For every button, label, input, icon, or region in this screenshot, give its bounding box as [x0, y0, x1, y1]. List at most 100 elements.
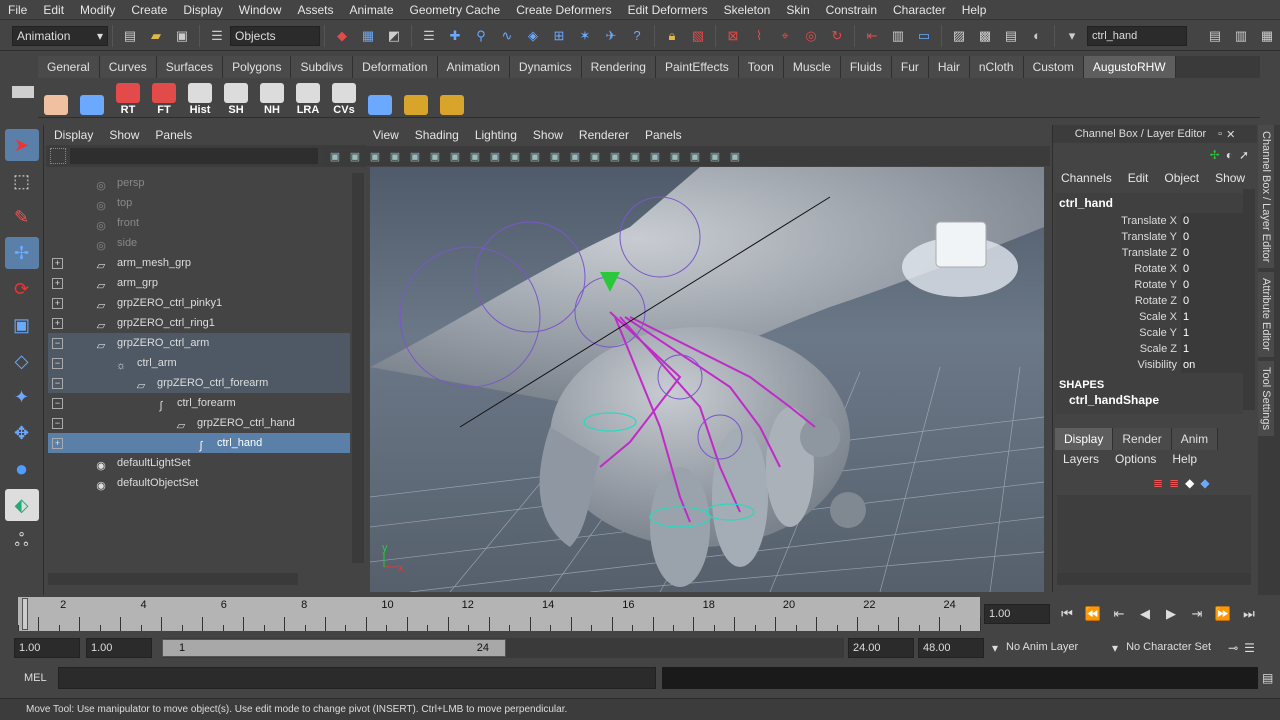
render-frame-icon[interactable]: ▭ [913, 25, 935, 47]
input-ops-icon[interactable]: ⇤ [861, 25, 883, 47]
channel-value[interactable]: 1 [1181, 341, 1243, 357]
menu-animate[interactable]: Animate [341, 0, 401, 20]
menu-help[interactable]: Help [954, 0, 995, 20]
shelf-button-hist[interactable]: Hist [183, 80, 217, 116]
shelf-tab-subdivs[interactable]: Subdivs [291, 56, 354, 78]
menu-display[interactable]: Display [175, 0, 230, 20]
layer-tab-anim[interactable]: Anim [1171, 428, 1219, 450]
select-camera-icon[interactable]: ▣ [327, 150, 343, 163]
playback-end-field[interactable]: 24.00 [848, 638, 914, 658]
layout-outliner-icon[interactable]: ஃ [5, 525, 39, 557]
expand-icon[interactable]: + [52, 257, 63, 269]
channel-row-translate-x[interactable]: Translate X 0 [1055, 213, 1243, 229]
channel-value[interactable]: on [1181, 357, 1243, 373]
new-empty-layer-icon[interactable]: ◆ [1185, 476, 1194, 490]
channel-value[interactable]: 0 [1181, 261, 1243, 277]
channel-value[interactable]: 0 [1181, 277, 1243, 293]
play-backward-icon[interactable]: ◀ [1132, 603, 1158, 625]
channel-row-rotate-z[interactable]: Rotate Z 0 [1055, 293, 1243, 309]
grid-icon[interactable]: ▣ [407, 150, 423, 163]
transform-icon[interactable]: ✢ [1210, 148, 1220, 162]
play-forward-icon[interactable]: ▶ [1158, 603, 1184, 625]
outliner-item[interactable]: ◎ top [48, 193, 350, 213]
select-hierarchy-icon[interactable]: ◆ [331, 25, 353, 47]
channel-value[interactable]: 0 [1181, 245, 1243, 261]
xray-icon[interactable]: ▣ [647, 150, 663, 163]
menu-file[interactable]: File [0, 0, 35, 20]
shelf-menu-icon[interactable] [12, 86, 34, 98]
backface-icon[interactable]: ▣ [687, 150, 703, 163]
outliner-item[interactable]: − ☼ ctrl_arm [48, 353, 350, 373]
soft-mod-tool-icon[interactable]: ✦ [5, 381, 39, 413]
menu-modify[interactable]: Modify [72, 0, 123, 20]
isolate-icon[interactable]: ▣ [707, 150, 723, 163]
channel-row-scale-z[interactable]: Scale Z 1 [1055, 341, 1243, 357]
snap-grid-icon[interactable]: ⊠ [722, 25, 744, 47]
menu-assets[interactable]: Assets [289, 0, 341, 20]
outliner-item[interactable]: ◎ front [48, 213, 350, 233]
select-dynamics-icon[interactable]: ✶ [574, 25, 596, 47]
manipulator-icon[interactable]: ◐ [1226, 148, 1233, 162]
outliner-filter-field[interactable] [70, 148, 318, 164]
menu-edit-deformers[interactable]: Edit Deformers [620, 0, 716, 20]
channel-row-rotate-y[interactable]: Rotate Y 0 [1055, 277, 1243, 293]
shelf-button-spheres[interactable] [363, 80, 397, 116]
current-time-marker[interactable] [22, 598, 28, 630]
render-view-icon[interactable]: ▨ [948, 25, 970, 47]
viewport-menu-show[interactable]: Show [525, 125, 571, 145]
collapse-icon[interactable]: − [52, 337, 63, 349]
go-to-start-icon[interactable]: ⏮ [1054, 603, 1080, 625]
camera-attr-icon[interactable]: ▣ [347, 150, 363, 163]
select-tool-icon[interactable]: ➤ [4, 129, 39, 161]
collapse-icon[interactable]: − [52, 397, 63, 409]
layer-menu-options[interactable]: Options [1107, 449, 1164, 469]
safe-title-icon[interactable]: ▣ [527, 150, 543, 163]
outliner-item[interactable]: ◉ defaultLightSet [48, 453, 350, 473]
side-tab-channel-box-layer-editor[interactable]: Channel Box / Layer Editor [1258, 125, 1274, 269]
mask-menu-icon[interactable]: ☰ [418, 25, 440, 47]
layer-hscrollbar[interactable] [1057, 573, 1251, 585]
outliner-vscrollbar[interactable] [352, 173, 364, 563]
shelf-tab-deformation[interactable]: Deformation [353, 56, 438, 78]
channel-row-translate-z[interactable]: Translate Z 0 [1055, 245, 1243, 261]
shelf-tab-painteffects[interactable]: PaintEffects [655, 56, 739, 78]
layer-tab-display[interactable]: Display [1055, 428, 1114, 450]
menu-character[interactable]: Character [885, 0, 954, 20]
step-forward-key-icon[interactable]: ⏩ [1210, 603, 1236, 625]
outliner-item[interactable]: + ▱ arm_grp [48, 273, 350, 293]
viewport-menu-panels[interactable]: Panels [637, 125, 690, 145]
range-bar[interactable]: 1 24 [162, 639, 506, 657]
range-track[interactable]: 1 24 [162, 638, 844, 658]
bookmark-icon[interactable]: ▣ [367, 150, 383, 163]
layer-options-icon[interactable]: ◆ [1200, 476, 1209, 490]
outliner-item[interactable]: + ▱ grpZERO_ctrl_ring1 [48, 313, 350, 333]
anim-layer-menu-icon[interactable]: ▾ [992, 641, 998, 655]
use-lights-icon[interactable]: ▣ [607, 150, 623, 163]
shadows-icon[interactable]: ▣ [627, 150, 643, 163]
channel-value[interactable]: 0 [1181, 213, 1243, 229]
menu-edit[interactable]: Edit [35, 0, 72, 20]
select-curves-icon[interactable]: ∿ [496, 25, 518, 47]
shelf-button-lra[interactable]: LRA [291, 80, 325, 116]
shelf-tab-surfaces[interactable]: Surfaces [156, 56, 224, 78]
collapse-icon[interactable]: − [52, 357, 63, 369]
channel-menu-channels[interactable]: Channels [1053, 168, 1120, 188]
outliner-item[interactable]: + ▱ grpZERO_ctrl_pinky1 [48, 293, 350, 313]
select-deformers-icon[interactable]: ⊞ [548, 25, 570, 47]
mel-label[interactable]: MEL [0, 672, 50, 684]
new-scene-icon[interactable]: ▤ [119, 25, 141, 47]
viewport-menu-shading[interactable]: Shading [407, 125, 467, 145]
shelf-button-globe[interactable] [399, 80, 433, 116]
shelf-button-ft[interactable]: FT [147, 80, 181, 116]
viewport-menu-view[interactable]: View [365, 125, 407, 145]
sphere-tool-icon[interactable]: ● [5, 453, 39, 485]
layout-single-icon[interactable]: ⬖ [4, 489, 39, 521]
go-to-end-icon[interactable]: ⏭ [1236, 603, 1262, 625]
select-surfaces-icon[interactable]: ◈ [522, 25, 544, 47]
scale-tool-icon[interactable]: ▣ [5, 309, 39, 341]
collapse-icon[interactable]: − [52, 417, 63, 429]
shape-name[interactable]: ctrl_handShape [1055, 391, 1243, 409]
shelf-tab-augustorhw[interactable]: AugustoRHW [1083, 56, 1176, 78]
outliner-item[interactable]: + ▱ arm_mesh_grp [48, 253, 350, 273]
channel-menu-edit[interactable]: Edit [1120, 168, 1157, 188]
